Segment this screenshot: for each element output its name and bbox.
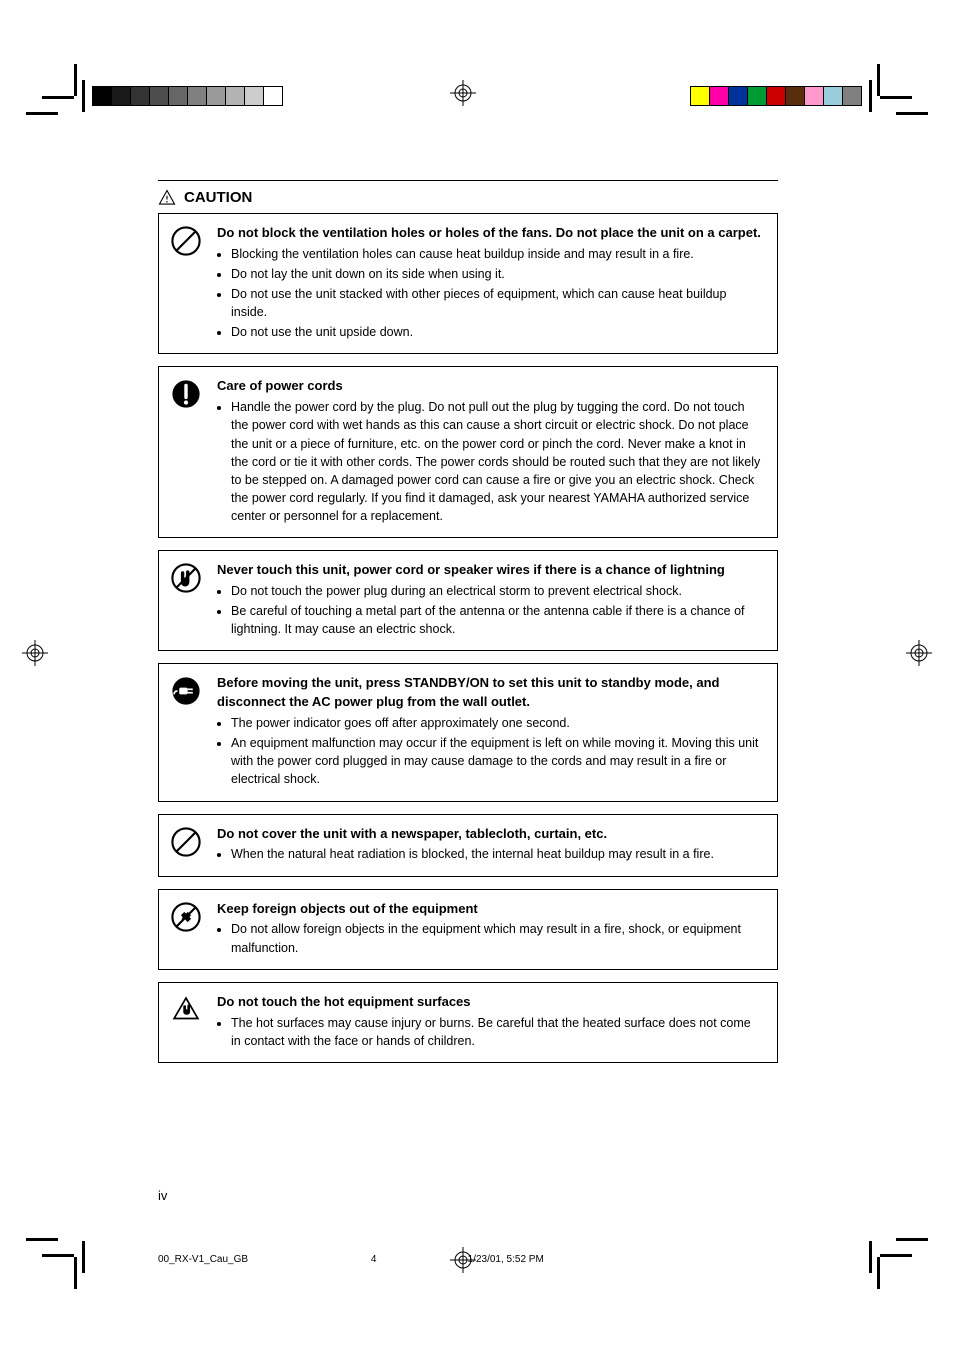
caution-box: Do not cover the unit with a newspaper, … (158, 814, 778, 877)
bullet-text: Do not lay the unit down on its side whe… (231, 265, 763, 283)
bullet-text: The power indicator goes off after appro… (231, 714, 763, 732)
slug-time: 1/23/01, 5:52 PM (468, 1254, 544, 1265)
bullet-text: Do not allow foreign objects in the equi… (231, 920, 763, 956)
bullet-text: When the natural heat radiation is block… (231, 845, 714, 863)
slug-file: 00_RX-V1_Cau_GB (158, 1254, 248, 1265)
print-slug: 00_RX-V1_Cau_GB 4 1/23/01, 5:52 PM (158, 1254, 544, 1265)
no-touch-icon (169, 561, 203, 595)
bullet-text: Do not use the unit upside down. (231, 323, 763, 341)
color-calibration-bar (690, 86, 862, 106)
bullet-text: Do not touch the power plug during an el… (231, 582, 763, 600)
box-title: Care of power cords (217, 377, 763, 396)
box-bullets: The power indicator goes off after appro… (217, 714, 763, 789)
box-bullets: The hot surfaces may cause injury or bur… (217, 1014, 763, 1050)
unplug-icon (169, 674, 203, 708)
box-title: Do not cover the unit with a newspaper, … (217, 825, 714, 844)
registration-mark-icon (906, 640, 932, 666)
bullet-text: Blocking the ventilation holes can cause… (231, 245, 763, 263)
box-bullets: Blocking the ventilation holes can cause… (217, 245, 763, 342)
caution-box: Never touch this unit, power cord or spe… (158, 550, 778, 651)
prohibition-icon (169, 825, 203, 859)
page-number: iv (158, 1188, 167, 1203)
caution-box: Keep foreign objects out of the equipmen… (158, 889, 778, 970)
bullet-text: Handle the power cord by the plug. Do no… (231, 398, 763, 525)
bullet-text: Do not use the unit stacked with other p… (231, 285, 763, 321)
caution-box: Care of power cords Handle the power cor… (158, 366, 778, 538)
box-title: Do not touch the hot equipment surfaces (217, 993, 763, 1012)
caution-label: CAUTION (184, 189, 252, 207)
bullet-text: Be careful of touching a metal part of t… (231, 602, 763, 638)
box-bullets: When the natural heat radiation is block… (217, 845, 714, 863)
box-title: Before moving the unit, press STANDBY/ON… (217, 674, 763, 712)
hot-surface-icon (169, 993, 203, 1027)
registration-mark-icon (450, 80, 476, 106)
caution-box: Before moving the unit, press STANDBY/ON… (158, 663, 778, 801)
bullet-text: An equipment malfunction may occur if th… (231, 734, 763, 788)
box-bullets: Do not touch the power plug during an el… (217, 582, 763, 638)
prohibition-icon (169, 224, 203, 258)
bullet-text: The hot surfaces may cause injury or bur… (231, 1014, 763, 1050)
page-content: CAUTION Do not block the ventilation hol… (158, 180, 778, 1075)
registration-mark-icon (22, 640, 48, 666)
warning-triangle-icon (158, 189, 176, 207)
grayscale-calibration-bar (92, 86, 283, 106)
box-title: Never touch this unit, power cord or spe… (217, 561, 763, 580)
rule-top (158, 180, 778, 181)
caution-box: Do not touch the hot equipment surfaces … (158, 982, 778, 1063)
caution-box: Do not block the ventilation holes or ho… (158, 213, 778, 354)
slug-page: 4 (371, 1254, 385, 1265)
caution-heading: CAUTION (158, 189, 778, 207)
no-disassemble-icon (169, 900, 203, 934)
box-title: Do not block the ventilation holes or ho… (217, 224, 763, 243)
box-bullets: Handle the power cord by the plug. Do no… (217, 398, 763, 525)
box-bullets: Do not allow foreign objects in the equi… (217, 920, 763, 956)
box-title: Keep foreign objects out of the equipmen… (217, 900, 763, 919)
mandatory-action-icon (169, 377, 203, 411)
